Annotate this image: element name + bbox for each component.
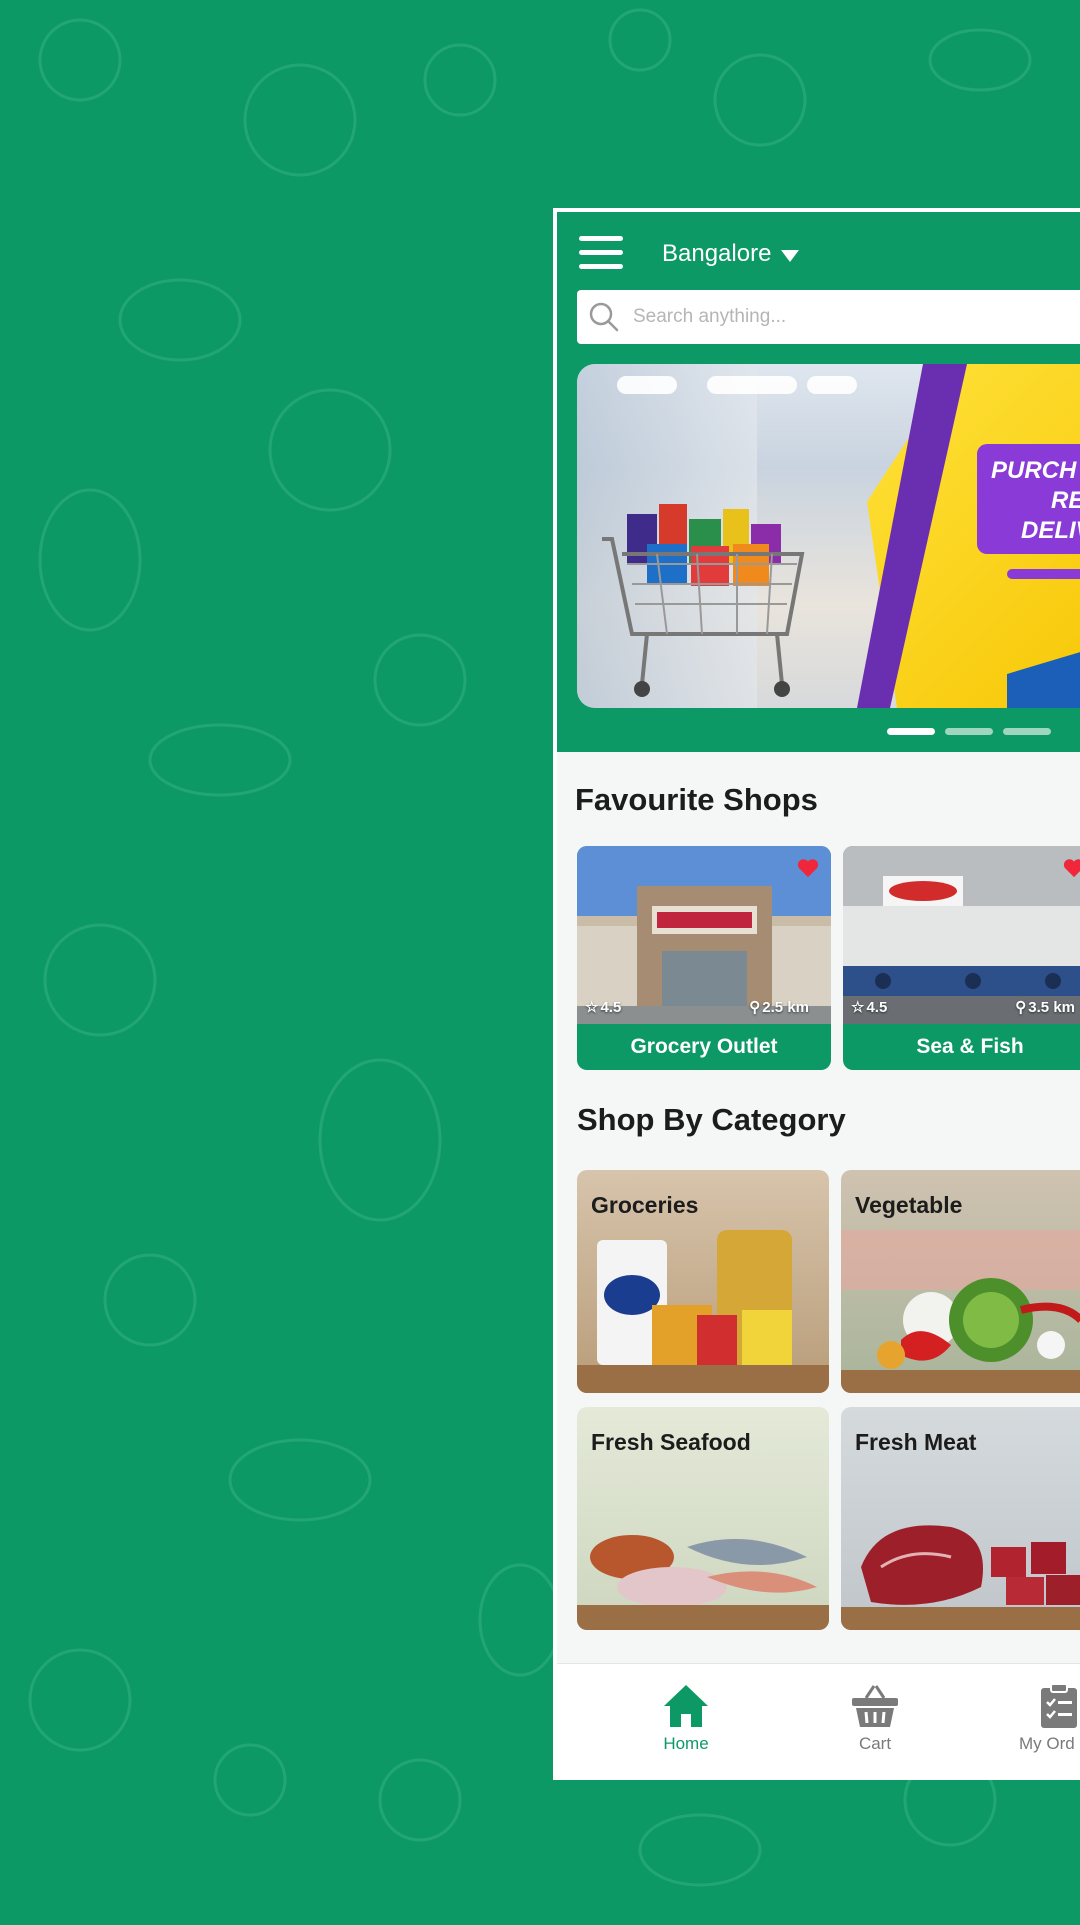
shop-card[interactable]: ☆ 4.5 ⚲ 2.5 km Grocery Outlet — [577, 846, 831, 1070]
location-label: Bangalore — [662, 240, 772, 267]
caret-down-icon — [781, 250, 800, 262]
pagination-dot[interactable] — [887, 728, 935, 735]
bottom-navigation: Home Cart My Ord — [557, 1663, 1080, 1776]
favourite-shops-list: ☆ 4.5 ⚲ 2.5 km Grocery Outlet ☆ 4.5 ⚲ 3.… — [577, 846, 1080, 1070]
basket-icon — [852, 1685, 898, 1727]
shop-distance: ⚲ 2.5 km — [749, 998, 809, 1017]
pagination-dot[interactable] — [1003, 728, 1051, 735]
promo-text: PURCH RE DELIV — [977, 444, 1080, 554]
category-card-fresh-meat[interactable]: Fresh Meat — [841, 1407, 1080, 1630]
nav-cart[interactable]: Cart — [815, 1682, 935, 1754]
promo-line: PURCH — [991, 457, 1077, 484]
clipboard-check-icon — [1041, 1683, 1077, 1728]
shop-rating: ☆ 4.5 — [851, 998, 888, 1017]
promo-banner[interactable]: PURCH RE DELIV — [577, 364, 1080, 708]
rating-value: 4.5 — [600, 998, 622, 1016]
category-grid: Groceries Vegetable Fresh Seafood Fresh … — [577, 1170, 1080, 1630]
app-screen: Bangalore PURCH RE DELIV — [553, 208, 1080, 1780]
favourite-heart-icon[interactable] — [797, 858, 819, 878]
shopping-cart-image — [602, 504, 805, 697]
distance-value: 2.5 km — [762, 998, 809, 1016]
shop-distance: ⚲ 3.5 km — [1015, 998, 1075, 1017]
favourite-shops-title: Favourite Shops — [575, 782, 818, 817]
category-label: Fresh Meat — [855, 1429, 977, 1455]
favourite-heart-icon[interactable] — [1063, 858, 1080, 878]
nav-label: Home — [663, 1734, 709, 1753]
promo-line: DELIV — [1021, 517, 1080, 544]
shop-name: Grocery Outlet — [630, 1035, 778, 1058]
hamburger-menu-icon[interactable] — [579, 236, 623, 272]
app-header: Bangalore PURCH RE DELIV — [557, 212, 1080, 752]
search-input[interactable] — [631, 305, 1035, 329]
promo-line: RE — [1051, 487, 1080, 514]
rating-value: 4.5 — [866, 998, 888, 1016]
category-label: Groceries — [591, 1192, 699, 1218]
location-selector[interactable]: Bangalore — [662, 240, 800, 268]
shop-card[interactable]: ☆ 4.5 ⚲ 3.5 km Sea & Fish — [843, 846, 1080, 1070]
search-bar[interactable] — [577, 290, 1080, 344]
star-icon: ☆ — [851, 999, 865, 1016]
nav-home[interactable]: Home — [626, 1682, 746, 1754]
location-pin-icon: ⚲ — [749, 999, 761, 1016]
nav-label: Cart — [858, 1734, 892, 1753]
home-icon — [664, 1685, 708, 1727]
category-card-groceries[interactable]: Groceries — [577, 1170, 829, 1393]
star-icon: ☆ — [585, 999, 599, 1016]
search-icon — [589, 302, 619, 332]
category-label: Fresh Seafood — [591, 1429, 751, 1455]
nav-my-orders[interactable]: My Ord — [1019, 1682, 1080, 1754]
shop-by-category-title: Shop By Category — [577, 1102, 846, 1137]
category-card-fresh-seafood[interactable]: Fresh Seafood — [577, 1407, 829, 1630]
shop-name: Sea & Fish — [916, 1035, 1024, 1058]
shop-rating: ☆ 4.5 — [585, 998, 622, 1017]
category-label: Vegetable — [855, 1192, 963, 1218]
banner-pagination — [887, 728, 1051, 735]
category-card-vegetable[interactable]: Vegetable — [841, 1170, 1080, 1393]
location-pin-icon: ⚲ — [1015, 999, 1027, 1016]
pagination-dot[interactable] — [945, 728, 993, 735]
nav-label: My Ord — [1019, 1734, 1075, 1753]
distance-value: 3.5 km — [1028, 998, 1075, 1016]
